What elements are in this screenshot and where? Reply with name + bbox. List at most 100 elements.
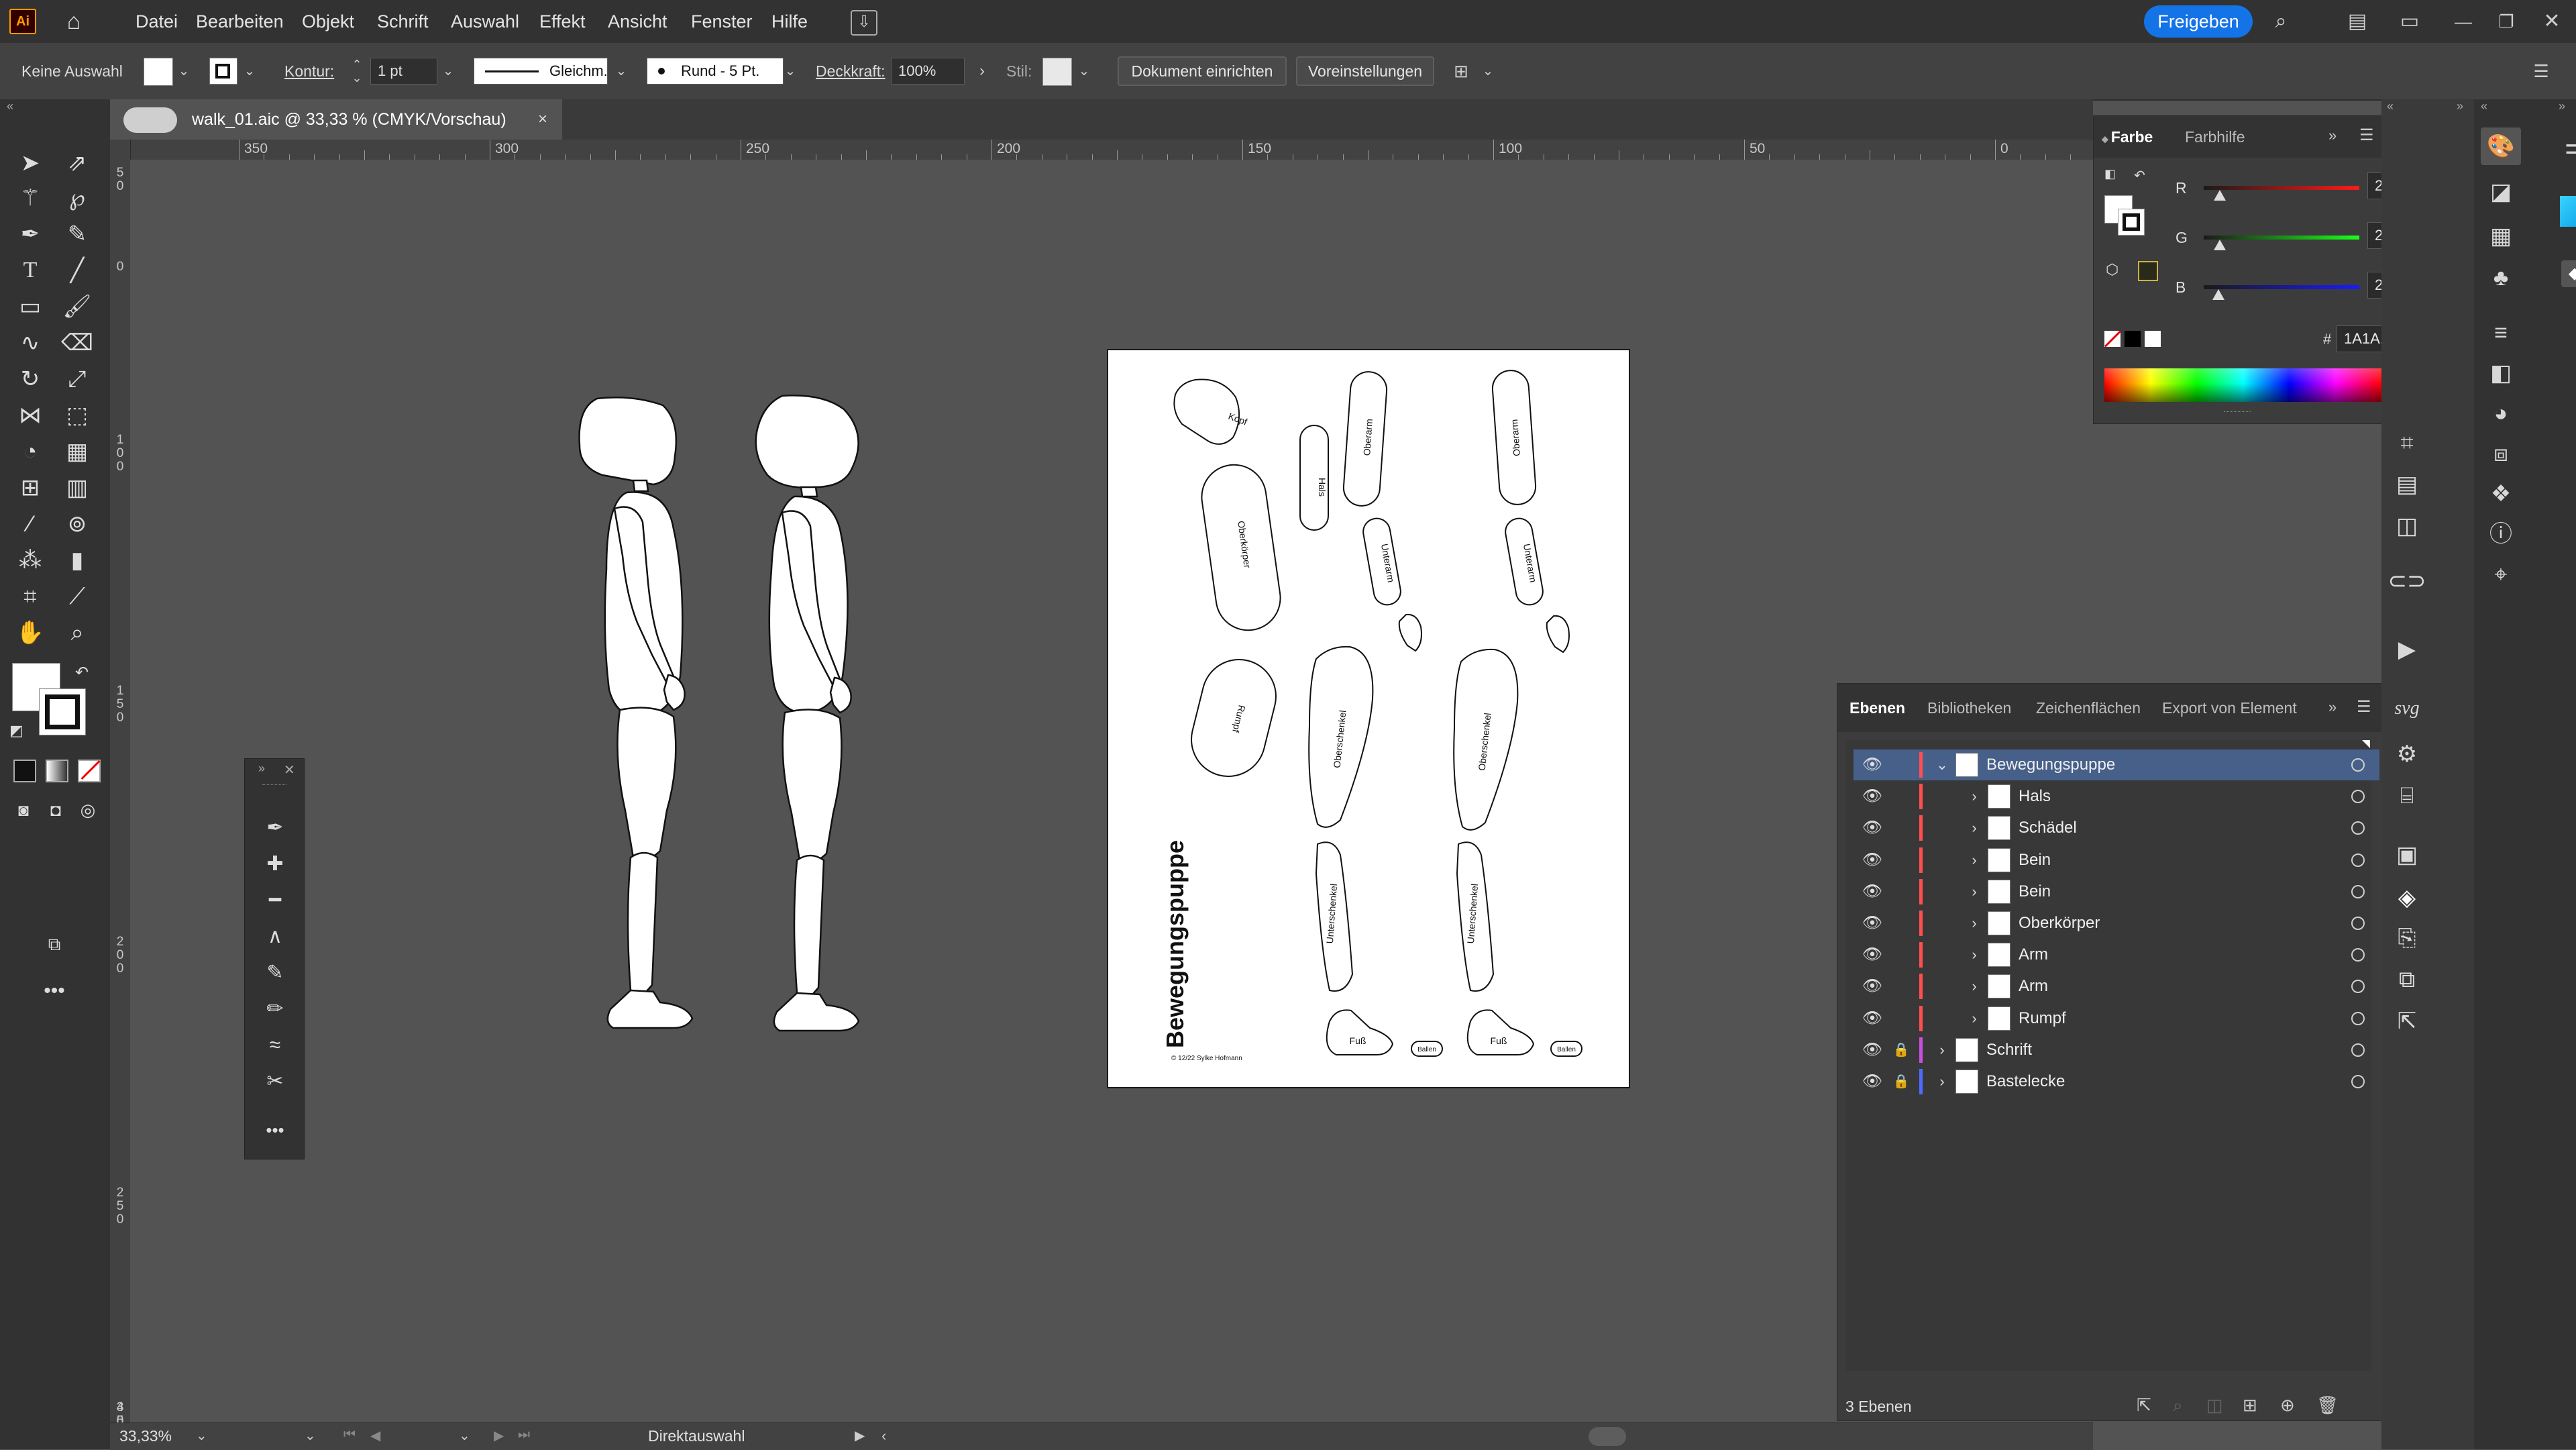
pen-tool-icon[interactable]: ✒ (13, 219, 47, 250)
menu-objekt[interactable]: Objekt (302, 0, 354, 43)
chevron-right-icon[interactable]: › (1966, 781, 1982, 812)
opacity-expand-icon[interactable]: › (974, 58, 990, 85)
svg-interactivity-icon[interactable]: svg (2387, 690, 2427, 727)
stroke-color-swatch[interactable] (39, 688, 86, 735)
delete-layer-icon[interactable]: 🗑 (2316, 1395, 2339, 1416)
delete-anchor-point-tool-icon[interactable]: ━ (258, 885, 292, 916)
panel-layout-icon[interactable]: ▭ (2396, 9, 2423, 34)
fill-swatch[interactable] (144, 58, 173, 86)
stroke-swatch[interactable] (209, 58, 237, 85)
slice-tool-icon[interactable]: ⟋ (60, 581, 94, 612)
new-sublayer-icon[interactable]: ⊞ (2243, 1395, 2257, 1416)
symbols-panel-icon[interactable]: ♣ (2481, 259, 2521, 297)
panel-menu-icon[interactable]: ☰ (2357, 697, 2371, 717)
layer-name[interactable]: Oberkörper (2019, 908, 2100, 939)
shape-builder-tool-icon[interactable]: ◔ (13, 436, 47, 467)
perspective-grid-tool-icon[interactable]: ▦ (60, 436, 94, 467)
artboard[interactable]: Kopf Hals Oberarm Oberarm Oberkörper Unt… (1107, 349, 1630, 1088)
preferences-button[interactable]: Voreinstellungen (1296, 56, 1434, 86)
gradient-panel-icon[interactable]: ◧ (2481, 354, 2521, 392)
clipping-mask-icon[interactable]: ◫ (2206, 1395, 2223, 1416)
menu-schrift[interactable]: Schrift (377, 0, 429, 43)
visibility-eye-icon[interactable]: 👁 (1859, 939, 1886, 970)
g-slider-track[interactable] (2204, 236, 2359, 240)
maximize-icon[interactable]: ❐ (2493, 9, 2520, 34)
visibility-eye-icon[interactable]: 👁 (1859, 908, 1886, 939)
layer-name[interactable]: Arm (2019, 971, 2048, 1002)
rectangle-tool-icon[interactable]: ▭ (13, 291, 47, 322)
brush-dropdown-icon[interactable]: ⌄ (782, 58, 798, 85)
r-slider-track[interactable] (2204, 186, 2359, 190)
zoom-tool-icon[interactable]: ⌕ (60, 617, 94, 648)
share-button[interactable]: Freigeben (2144, 5, 2253, 38)
color-spectrum[interactable] (2104, 368, 2382, 402)
align-options-dropdown-icon[interactable]: ⌄ (1480, 58, 1496, 85)
panel-collapse-icon[interactable]: » (258, 762, 265, 776)
default-colors-icon[interactable]: ◩ (9, 722, 23, 739)
b-slider-track[interactable] (2204, 285, 2359, 289)
layer-name[interactable]: Bewegungspuppe (1986, 749, 2115, 780)
canvas[interactable]: Kopf Hals Oberarm Oberarm Oberkörper Unt… (130, 160, 2093, 1422)
direct-selection-tool-icon[interactable]: ⇗ (60, 148, 94, 178)
black-color-swatch[interactable] (2125, 331, 2141, 347)
target-circle-icon[interactable] (2351, 758, 2365, 772)
selection-tool-icon[interactable]: ➤ (13, 148, 47, 178)
white-color-swatch[interactable] (2145, 331, 2161, 347)
layer-name[interactable]: Bein (2019, 845, 2051, 876)
close-window-icon[interactable]: ✕ (2538, 9, 2565, 34)
panel-expand-icon[interactable]: » (2328, 698, 2337, 716)
edit-toolbar-icon[interactable]: ••• (38, 976, 71, 1006)
r-slider-thumb[interactable] (2213, 190, 2226, 201)
scale-tool-icon[interactable]: ⤢ (60, 364, 94, 395)
close-tab-icon[interactable]: × (533, 99, 553, 140)
panel-expand-icon[interactable]: » (2328, 127, 2337, 144)
out-of-gamut-icon[interactable]: ⬡ (2106, 261, 2118, 278)
artboard-dropdown-icon[interactable]: ⌄ (459, 1427, 470, 1444)
pencil-tool-icon[interactable]: ✏ (258, 994, 292, 1025)
tab-ebenen[interactable]: Ebenen (1849, 684, 1905, 732)
eyedropper-tool-icon[interactable]: ⁄ (13, 509, 47, 539)
document-setup-button[interactable]: Dokument einrichten (1118, 56, 1287, 86)
target-circle-icon[interactable] (2351, 853, 2365, 867)
opacity-label[interactable]: Deckkraft: (816, 43, 885, 99)
target-circle-icon[interactable] (2351, 821, 2365, 835)
rotate-tool-icon[interactable]: ↻ (13, 364, 47, 395)
symbol-sprayer-tool-icon[interactable]: ⁂ (13, 545, 47, 576)
hand-tool-icon[interactable]: ✋ (13, 617, 47, 648)
gradient-mode-icon[interactable] (46, 760, 68, 782)
visibility-eye-icon[interactable]: 👁 (1859, 749, 1886, 780)
document-tab[interactable]: walk_01.aic @ 33,33 % (CMYK/Vorschau) × (110, 99, 562, 140)
gradient-tool-icon[interactable]: ▥ (60, 472, 94, 503)
layer-row[interactable]: 👁 🔒 › Bastelecke (1854, 1066, 2379, 1097)
layer-row[interactable]: 👁 › Arm (1854, 939, 2379, 970)
layer-row[interactable]: 👁 › Hals (1854, 781, 2379, 812)
layer-row[interactable]: 👁 › Bein (1854, 876, 2379, 907)
control-bar-menu-icon[interactable]: ☰ (2529, 58, 2553, 85)
artboard-panel-icon[interactable]: ⌗ (2387, 424, 2427, 462)
draw-behind-icon[interactable]: ◘ (39, 794, 72, 825)
chevron-right-icon[interactable]: › (1966, 971, 1982, 1002)
dock-expand-icon[interactable]: » (2559, 99, 2565, 113)
eraser-tool-icon[interactable]: ⌫ (60, 327, 94, 358)
visibility-eye-icon[interactable]: 👁 (1859, 845, 1886, 876)
none-color-swatch[interactable] (2104, 331, 2121, 347)
pathfinder-panel-icon[interactable]: ◫ (2387, 507, 2427, 545)
visibility-eye-icon[interactable]: 👁 (1859, 1003, 1886, 1034)
stroke-profile-dropdown-icon[interactable]: ⌄ (613, 58, 629, 85)
type-tool-icon[interactable]: T (13, 255, 47, 286)
collapse-toolbar-icon[interactable]: « (7, 99, 13, 113)
minimize-icon[interactable]: — (2450, 9, 2477, 34)
info-panel-icon[interactable]: ⓘ (2481, 515, 2521, 553)
brushes-panel-icon[interactable]: ⚌ (2555, 127, 2576, 165)
magic-wand-tool-icon[interactable]: ⚚ (13, 183, 47, 213)
visibility-eye-icon[interactable]: 👁 (1859, 1035, 1886, 1066)
target-circle-icon[interactable] (2351, 790, 2365, 804)
dock-expand-icon[interactable]: » (2457, 99, 2463, 113)
paintbrush-tool-icon[interactable]: 🖌 (60, 291, 94, 322)
artboards-panel-icon[interactable]: ⎘ (2387, 919, 2427, 957)
style-dropdown-icon[interactable]: ⌄ (1076, 58, 1092, 85)
artboard-tool-icon[interactable]: ⌗ (13, 581, 47, 612)
free-transform-tool-icon[interactable]: ⬚ (60, 400, 94, 431)
menu-ansicht[interactable]: Ansicht (608, 0, 667, 43)
anchor-point-tool-icon[interactable]: ∧ (258, 921, 292, 952)
